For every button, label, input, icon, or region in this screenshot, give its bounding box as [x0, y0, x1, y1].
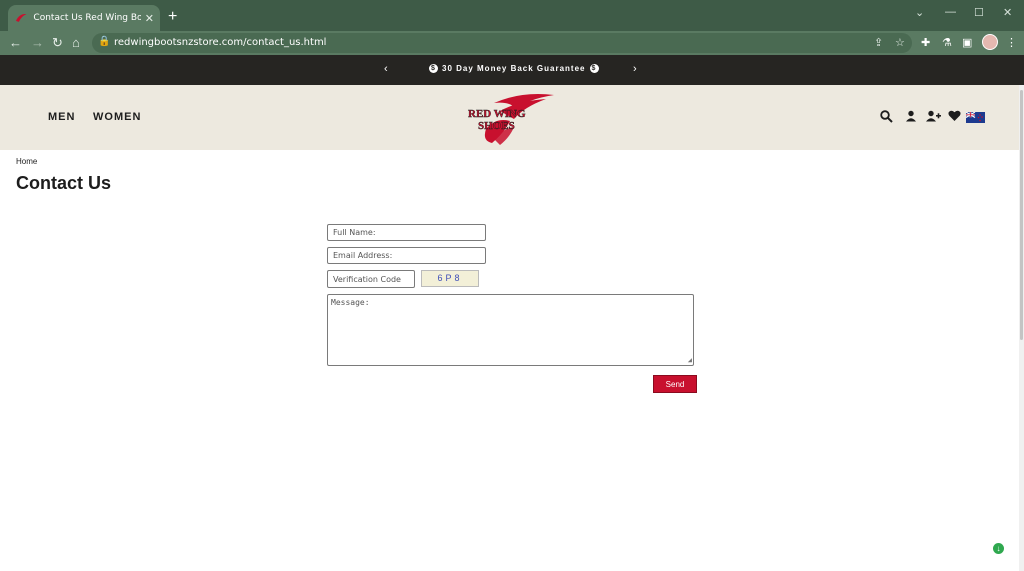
logo-text-line1: RED WING	[468, 108, 526, 120]
profile-avatar[interactable]	[982, 34, 998, 50]
redwing-favicon-icon	[15, 14, 27, 22]
reload-icon[interactable]: ↻	[52, 35, 63, 51]
scrollbar-thumb[interactable]	[1020, 90, 1023, 340]
share-icon[interactable]: ⇪	[874, 36, 883, 49]
tab-search-icon[interactable]: ⌄	[915, 6, 924, 19]
message-placeholder: Message:	[331, 298, 370, 307]
side-panel-icon[interactable]: ▣	[962, 36, 972, 49]
bookmark-star-icon[interactable]: ☆	[895, 36, 905, 49]
verification-code-field[interactable]: Verification Code	[327, 270, 415, 288]
extensions-icon[interactable]: ✚	[921, 36, 930, 49]
send-button[interactable]: Send	[653, 375, 697, 393]
promo-prev-arrow[interactable]: ‹	[384, 63, 388, 75]
red-wing-logo[interactable]: RED WING SHOES	[466, 89, 556, 147]
user-icon[interactable]	[905, 110, 917, 122]
more-menu-icon[interactable]: ⋮	[1006, 36, 1017, 49]
coin-icon: $	[429, 64, 438, 73]
search-icon[interactable]	[880, 110, 893, 123]
home-icon[interactable]: ⌂	[72, 35, 80, 50]
lock-icon[interactable]: 🔒	[98, 36, 110, 47]
browser-toolbar: ← → ↻ ⌂ 🔒 redwingbootsnzstore.com/contac…	[0, 31, 1024, 55]
email-field[interactable]: Email Address:	[327, 247, 486, 264]
email-placeholder: Email Address:	[333, 251, 393, 260]
tab-close-icon[interactable]: ✕	[145, 12, 154, 25]
nz-flag-icon[interactable]	[966, 112, 985, 123]
nav-men[interactable]: MEN	[48, 111, 75, 123]
labs-icon[interactable]: ⚗	[942, 36, 952, 49]
full-name-placeholder: Full Name:	[333, 228, 376, 237]
heart-icon[interactable]	[948, 110, 961, 122]
captcha-text: 6P8	[437, 273, 463, 283]
address-bar[interactable]: 🔒 redwingbootsnzstore.com/contact_us.htm…	[92, 33, 912, 53]
promo-text: 30 Day Money Back Guarantee	[442, 64, 586, 73]
full-name-field[interactable]: Full Name:	[327, 224, 486, 241]
resize-handle-icon[interactable]: ◢	[688, 356, 692, 364]
forward-icon[interactable]: →	[31, 35, 44, 50]
coin-icon: $	[589, 64, 599, 73]
logo-text-line2: SHOES	[478, 120, 515, 132]
back-icon[interactable]: ←	[9, 35, 22, 50]
breadcrumb-home[interactable]: Home	[16, 157, 37, 166]
site-header: MEN WOMEN RED WING SHOES	[0, 85, 1024, 150]
promo-next-arrow[interactable]: ›	[633, 63, 637, 75]
page-title: Contact Us	[16, 173, 112, 193]
browser-titlebar: Contact Us Red Wing Boots New ✕ + ⌄ — ☐ …	[0, 0, 1024, 31]
verification-placeholder: Verification Code	[333, 274, 401, 284]
maximize-button[interactable]: ☐	[974, 6, 984, 19]
promo-bar: ‹ $ 30 Day Money Back Guarantee $ ›	[0, 55, 1024, 85]
captcha-image[interactable]: 6P8	[421, 270, 479, 287]
minimize-button[interactable]: —	[945, 6, 956, 18]
tab-title: Contact Us Red Wing Boots New	[33, 13, 141, 23]
browser-tab[interactable]: Contact Us Red Wing Boots New ✕	[8, 5, 160, 31]
message-textarea[interactable]: Message: ◢	[327, 294, 694, 366]
nav-women[interactable]: WOMEN	[93, 111, 141, 123]
add-user-icon[interactable]	[926, 110, 941, 122]
new-tab-button[interactable]: +	[168, 8, 177, 26]
close-window-button[interactable]: ✕	[1003, 6, 1012, 19]
scroll-down-icon[interactable]: ↓	[993, 543, 1004, 554]
url-text[interactable]: redwingbootsnzstore.com/contact_us.html	[114, 37, 326, 48]
promo-message: $ 30 Day Money Back Guarantee $	[429, 64, 599, 73]
